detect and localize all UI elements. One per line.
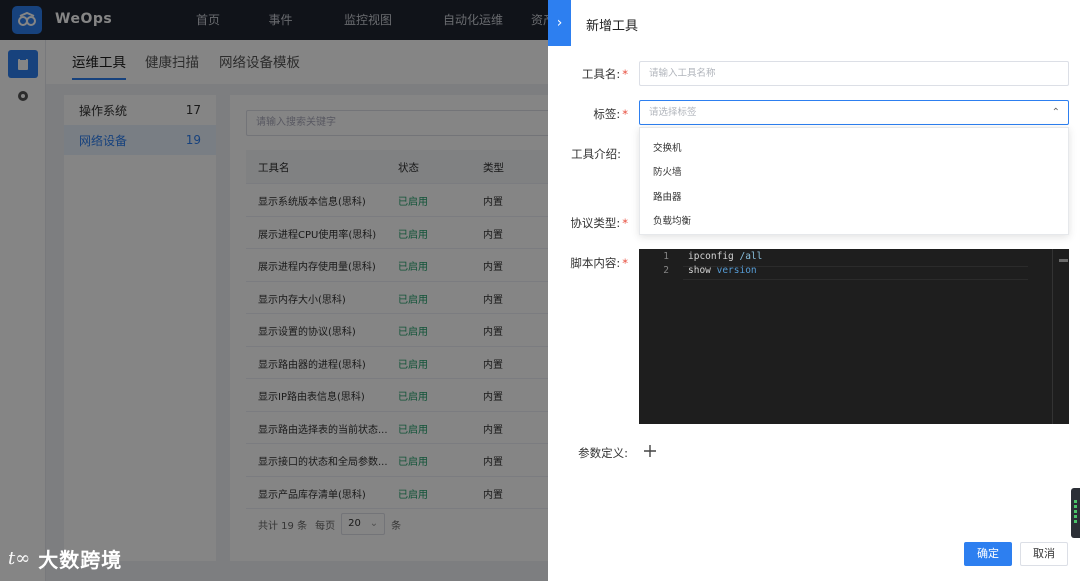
protocol-type-label: 协议类型: * xyxy=(570,216,628,230)
script-editor[interactable]: 1 ipconfig /all 2 show version xyxy=(639,249,1069,424)
cancel-button[interactable]: 取消 xyxy=(1020,542,1068,566)
line-number: 1 xyxy=(663,251,669,262)
watermark-text: 大数跨境 xyxy=(38,548,123,572)
watermark-logo: t∞ xyxy=(8,548,31,569)
collapse-drawer-button[interactable]: › xyxy=(548,0,571,46)
editor-scrollbar[interactable] xyxy=(1052,249,1053,424)
code-line: show version xyxy=(688,265,757,276)
line-number: 2 xyxy=(663,265,669,276)
modal-overlay[interactable] xyxy=(0,0,548,581)
tool-name-label: 工具名: * xyxy=(581,67,628,81)
tag-dropdown: 交换机 防火墙 路由器 负载均衡 xyxy=(639,127,1069,235)
tag-option[interactable]: 防火墙 xyxy=(653,164,682,178)
watermark: t∞ 大数跨境 xyxy=(8,544,122,573)
params-definition-label: 参数定义: xyxy=(578,446,628,460)
tag-option[interactable]: 路由器 xyxy=(653,189,682,203)
tag-select[interactable]: 请选择标签 ⌃ xyxy=(639,100,1069,125)
code-line: ipconfig /all xyxy=(688,251,763,262)
tag-option[interactable]: 交换机 xyxy=(653,140,682,154)
tool-name-input[interactable]: 请输入工具名称 xyxy=(639,61,1069,86)
add-tool-drawer: › 新增工具 工具名: * 请输入工具名称 标签: * 请选择标签 ⌃ 工具介绍: … xyxy=(548,0,1080,581)
add-param-icon[interactable] xyxy=(641,442,659,460)
editor-minimap xyxy=(1059,259,1068,262)
drawer-title: 新增工具 xyxy=(586,19,639,34)
tag-label: 标签: * xyxy=(593,107,628,121)
tag-option[interactable]: 负载均衡 xyxy=(653,213,691,227)
chevron-up-icon: ⌃ xyxy=(1051,107,1060,118)
tool-intro-label: 工具介绍: xyxy=(571,147,621,161)
confirm-button[interactable]: 确定 xyxy=(964,542,1012,566)
script-content-label: 脚本内容: * xyxy=(570,256,628,270)
side-widget-handle[interactable] xyxy=(1071,488,1080,538)
tag-select-placeholder: 请选择标签 xyxy=(649,107,697,118)
